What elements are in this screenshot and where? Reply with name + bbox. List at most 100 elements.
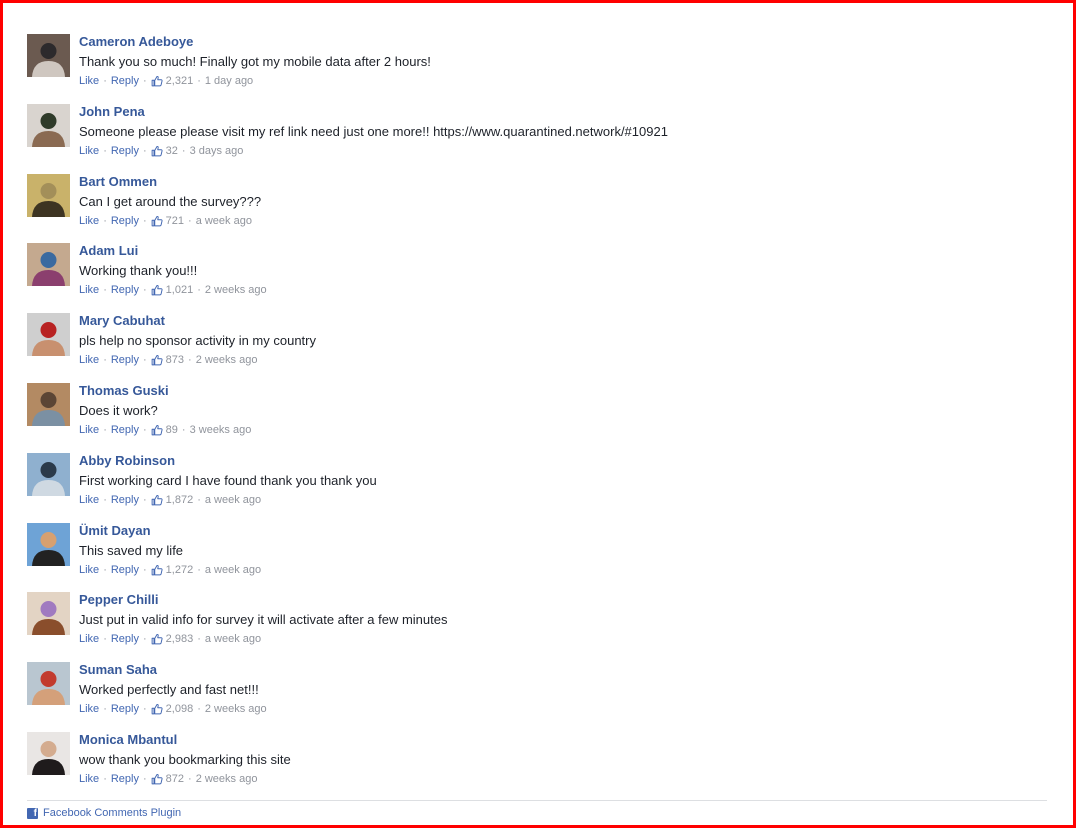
thumbs-up-icon <box>151 75 163 87</box>
comment-actions: Like · Reply · 2,098 · 2 weeks ago <box>79 702 1047 716</box>
reply-button[interactable]: Reply <box>111 214 139 228</box>
like-button[interactable]: Like <box>79 632 99 646</box>
commenter-name[interactable]: Ümit Dayan <box>79 522 1047 540</box>
reply-button[interactable]: Reply <box>111 772 139 786</box>
avatar[interactable] <box>27 452 70 496</box>
comment-timestamp[interactable]: a week ago <box>205 493 261 507</box>
comment-timestamp[interactable]: 2 weeks ago <box>196 353 258 367</box>
avatar[interactable] <box>27 592 70 636</box>
avatar[interactable] <box>27 34 70 77</box>
reply-button[interactable]: Reply <box>111 283 139 297</box>
comment-text: Someone please please visit my ref link … <box>79 123 668 139</box>
separator: · <box>103 493 107 506</box>
like-count: 2,098 <box>165 703 194 716</box>
commenter-name[interactable]: Suman Saha <box>79 661 1047 679</box>
like-button[interactable]: Like <box>79 702 99 716</box>
separator: · <box>197 633 201 646</box>
comment-timestamp[interactable]: 2 weeks ago <box>205 283 267 297</box>
comment-timestamp[interactable]: a week ago <box>205 563 261 577</box>
separator: · <box>103 563 107 576</box>
comment-actions: Like · Reply · 1,021 · 2 weeks ago <box>79 283 1047 297</box>
commenter-name[interactable]: Pepper Chilli <box>79 591 1047 609</box>
thumbs-up-icon <box>151 354 163 366</box>
comment-timestamp[interactable]: 2 weeks ago <box>205 702 267 716</box>
comment-text: pls help no sponsor activity in my count… <box>79 333 316 349</box>
separator: · <box>103 284 107 297</box>
like-button[interactable]: Like <box>79 493 99 507</box>
comment-timestamp[interactable]: 3 days ago <box>190 144 244 158</box>
reply-button[interactable]: Reply <box>111 423 139 437</box>
commenter-name[interactable]: Monica Mbantul <box>79 731 1047 749</box>
reply-button[interactable]: Reply <box>111 702 139 716</box>
like-count: 1,872 <box>165 493 194 506</box>
avatar[interactable] <box>27 243 70 287</box>
separator: · <box>142 214 147 227</box>
comment-body: Bart Ommen Can I get around the survey??… <box>79 174 1047 228</box>
reply-button[interactable]: Reply <box>111 74 139 88</box>
like-button[interactable]: Like <box>79 214 99 228</box>
separator: · <box>142 563 147 576</box>
comment-body: Mary Cabuhat pls help no sponsor activit… <box>79 313 1047 367</box>
separator: · <box>188 772 192 785</box>
comment-body: Adam Lui Working thank you!!! Like · Rep… <box>79 243 1047 297</box>
facebook-comments-plugin-link[interactable]: Facebook Comments Plugin <box>43 807 181 819</box>
separator: · <box>188 354 192 367</box>
comment-timestamp[interactable]: 1 day ago <box>205 74 253 88</box>
reply-button[interactable]: Reply <box>111 563 139 577</box>
separator: · <box>103 75 107 87</box>
comment-timestamp[interactable]: a week ago <box>196 214 252 228</box>
comment-actions: Like · Reply · 2,983 · a week ago <box>79 632 1047 646</box>
avatar[interactable] <box>27 103 70 147</box>
comment: Thomas Guski Does it work? Like · Reply … <box>27 382 1047 453</box>
comment: John Pena Someone please please visit my… <box>27 103 1047 174</box>
comment-actions: Like · Reply · 89 · 3 weeks ago <box>79 423 1047 437</box>
separator: · <box>197 75 201 87</box>
comment-actions: Like · Reply · 721 · a week ago <box>79 214 1047 228</box>
comment-text: This saved my life <box>79 542 184 558</box>
comment-timestamp[interactable]: a week ago <box>205 632 261 646</box>
reply-button[interactable]: Reply <box>111 632 139 646</box>
like-button[interactable]: Like <box>79 353 99 367</box>
like-count: 2,983 <box>165 633 194 646</box>
like-button[interactable]: Like <box>79 283 99 297</box>
reply-button[interactable]: Reply <box>111 144 139 158</box>
comment-text: Working thank you!!! <box>79 263 198 279</box>
comment-body: Abby Robinson First working card I have … <box>79 453 1047 507</box>
like-count: 1,021 <box>165 284 194 297</box>
comment-body: John Pena Someone please please visit my… <box>79 104 1047 158</box>
avatar[interactable] <box>27 731 70 775</box>
avatar[interactable] <box>27 662 70 706</box>
separator: · <box>142 633 147 646</box>
like-button[interactable]: Like <box>79 563 99 577</box>
commenter-name[interactable]: Abby Robinson <box>79 452 1047 470</box>
like-count: 873 <box>165 354 185 367</box>
like-button[interactable]: Like <box>79 772 99 786</box>
commenter-name[interactable]: Bart Ommen <box>79 173 1047 191</box>
comment: Suman Saha Worked perfectly and fast net… <box>27 662 1047 732</box>
commenter-name[interactable]: Cameron Adeboye <box>79 33 1047 51</box>
like-button[interactable]: Like <box>79 74 99 88</box>
commenter-name[interactable]: Thomas Guski <box>79 382 1047 400</box>
comment: Pepper Chilli Just put in valid info for… <box>27 592 1047 662</box>
separator: · <box>103 354 107 367</box>
avatar[interactable] <box>27 522 70 566</box>
avatar[interactable] <box>27 313 70 357</box>
comment-body: Ümit Dayan This saved my life Like · Rep… <box>79 523 1047 577</box>
comment-actions: Like · Reply · 1,872 · a week ago <box>79 493 1047 507</box>
comment-timestamp[interactable]: 3 weeks ago <box>190 423 252 437</box>
commenter-name[interactable]: John Pena <box>79 103 1047 121</box>
like-button[interactable]: Like <box>79 144 99 158</box>
separator: · <box>142 493 147 506</box>
comment-actions: Like · Reply · 2,321 · 1 day ago <box>79 74 1047 88</box>
reply-button[interactable]: Reply <box>111 493 139 507</box>
comment: Mary Cabuhat pls help no sponsor activit… <box>27 313 1047 383</box>
avatar[interactable] <box>27 173 70 217</box>
like-button[interactable]: Like <box>79 423 99 437</box>
reply-button[interactable]: Reply <box>111 353 139 367</box>
commenter-name[interactable]: Adam Lui <box>79 242 1047 260</box>
avatar[interactable] <box>27 382 70 426</box>
thumbs-up-icon <box>151 145 163 157</box>
comment-timestamp[interactable]: 2 weeks ago <box>196 772 258 786</box>
commenter-name[interactable]: Mary Cabuhat <box>79 312 1047 330</box>
like-count: 32 <box>165 144 178 157</box>
